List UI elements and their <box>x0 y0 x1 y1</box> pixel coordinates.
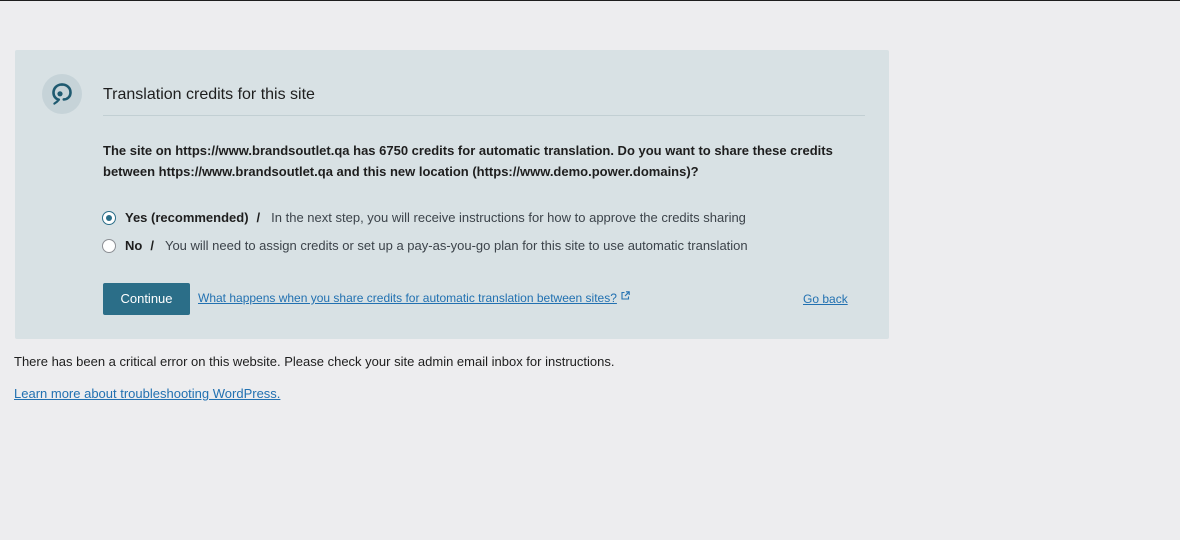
share-credits-question: The site on https://www.brandsoutlet.qa … <box>103 143 833 179</box>
wpml-logo-svg <box>52 83 72 105</box>
radio-no[interactable] <box>102 238 116 253</box>
troubleshooting-link[interactable]: Learn more about troubleshooting WordPre… <box>14 386 280 401</box>
option-separator: / <box>256 210 261 225</box>
external-link-icon <box>621 290 630 300</box>
wpml-logo-icon <box>42 74 82 114</box>
option-yes-label: Yes (recommended) <box>125 210 249 225</box>
go-back-link[interactable]: Go back <box>803 292 848 306</box>
option-no-description: You will need to assign credits or set u… <box>164 238 748 253</box>
continue-button[interactable]: Continue <box>103 283 190 315</box>
option-no[interactable]: No / You will need to assign credits or … <box>102 238 748 253</box>
share-credits-info-link[interactable]: What happens when you share credits for … <box>198 290 630 305</box>
top-border <box>0 0 1180 1</box>
option-separator: / <box>150 238 154 253</box>
critical-error-message: There has been a critical error on this … <box>14 354 615 369</box>
option-yes[interactable]: Yes (recommended) / In the next step, yo… <box>102 210 746 225</box>
translation-credits-panel: Translation credits for this site The si… <box>15 50 889 339</box>
option-no-label: No <box>125 238 143 253</box>
radio-yes[interactable] <box>102 210 116 225</box>
share-credits-info-link-text: What happens when you share credits for … <box>198 291 617 305</box>
panel-title: Translation credits for this site <box>103 85 865 116</box>
option-yes-description: In the next step, you will receive instr… <box>271 210 746 225</box>
